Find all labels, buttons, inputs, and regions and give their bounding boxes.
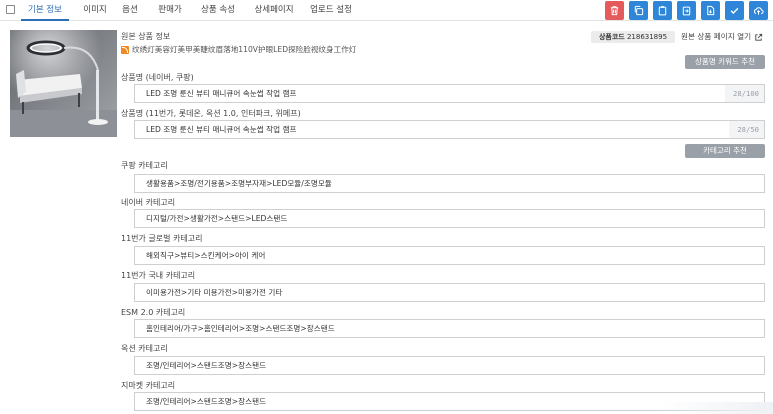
tab-options[interactable]: 옵션 [118,0,142,21]
tab-bar: 기본 정보 이미지 옵션 판매가 상품 속성 상세페이지 업로드 설정 [0,0,773,21]
gmarket-category-value: 조명/인테리어>스탠드조명>장스탠드 [146,397,267,406]
11st-global-category-label: 11번가 글로벌 카테고리 [121,234,203,243]
11st-domestic-category-label: 11번가 국내 카테고리 [121,271,196,280]
11st-domestic-category-input[interactable]: 이미용가전>기타 미용가전>미용가전 기타 [134,283,765,302]
copy-icon [634,5,644,16]
11st-global-category-value: 해외직구>뷰티>스킨케어>아이 케어 [146,251,266,260]
product-name-value: LED 조명 룬신 뷰티 매니큐어 속눈썹 작업 램프 [146,89,297,98]
coupang-category-label: 쿠팡 카테고리 [121,161,168,170]
product-name-counter: 28/100 [725,85,764,102]
open-origin-page-link[interactable]: 원본 상품 페이지 열기 [681,31,763,43]
origin-product-name[interactable]: 纹绣灯美容灯美甲美睫纹眉落地110V护眼LED探险脸视纹身工作灯 [121,44,356,55]
bottom-fade [660,402,773,414]
origin-info-label: 원본 상품 정보 [121,32,171,41]
product-code-badge: 상품코드 218631895 [591,31,675,43]
category-recommend-button[interactable]: 카테고리 추천 [685,144,765,158]
esm-category-value: 홈인테리어/가구>홈인테리어>조명>스탠드조명>장스탠드 [146,324,335,333]
cloud-upload-icon [753,7,764,15]
naver-category-label: 네이버 카테고리 [121,198,176,207]
file-export-icon [707,5,715,16]
trash-icon [610,6,619,16]
check-icon [730,7,739,14]
paste-icon [682,6,691,16]
product-name-11-input[interactable]: LED 조명 룬신 뷰티 매니큐어 속눈썹 작업 램프 28/50 [134,120,765,139]
product-photo [10,30,117,137]
auction-category-value: 조명/인테리어>스탠드조명>장스탠드 [146,361,267,370]
naver-category-input[interactable]: 디지털/가전>생활가전>스탠드>LED스탠드 [134,209,765,228]
esm-category-label: ESM 2.0 카테고리 [121,308,186,317]
gmarket-category-label: 지마켓 카테고리 [121,381,176,390]
tab-images[interactable]: 이미지 [79,0,111,21]
open-origin-page-label: 원본 상품 페이지 열기 [681,32,752,41]
product-code-value: 218631895 [626,33,668,41]
11st-domestic-category-value: 이미용가전>기타 미용가전>미용가전 기타 [146,288,283,297]
delete-button[interactable] [605,1,624,20]
product-name-input[interactable]: LED 조명 룬신 뷰티 매니큐어 속눈썹 작업 램프 28/100 [134,84,765,103]
product-name-11-counter: 28/50 [729,121,764,138]
coupang-category-input[interactable]: 생활용품>조명/전기용품>조명부자재>LED모듈/조명모듈 [134,174,765,193]
product-name-11-value: LED 조명 룬신 뷰티 매니큐어 속눈썹 작업 램프 [146,125,297,134]
confirm-button[interactable] [725,1,744,20]
export-button[interactable] [701,1,720,20]
keyword-recommend-button[interactable]: 상품명 키워드 추천 [685,55,765,69]
paste-button[interactable] [677,1,696,20]
clipboard-button[interactable] [653,1,672,20]
coupang-category-value: 생활용품>조명/전기용품>조명부자재>LED모듈/조명모듈 [146,179,332,188]
auction-category-label: 옥션 카테고리 [121,344,168,353]
tab-basic-info[interactable]: 기본 정보 [21,0,69,21]
product-thumbnail[interactable] [10,30,117,137]
product-name-label: 상품명 (네이버, 쿠팡) [121,73,194,82]
auction-category-input[interactable]: 조명/인테리어>스탠드조명>장스탠드 [134,356,765,375]
clipboard-icon [658,6,667,16]
product-name-11-label: 상품명 (11번가, 롯데온, 옥션 1.0, 인터파크, 위메프) [121,109,301,118]
11st-global-category-input[interactable]: 해외직구>뷰티>스킨케어>아이 케어 [134,246,765,265]
select-checkbox[interactable] [6,5,15,14]
esm-category-input[interactable]: 홈인테리어/가구>홈인테리어>조명>스탠드조명>장스탠드 [134,319,765,338]
external-link-icon [755,33,763,41]
product-code-label: 상품코드 [598,33,625,41]
upload-button[interactable] [749,1,768,20]
origin-product-name-text: 纹绣灯美容灯美甲美睫纹眉落地110V护眼LED探险脸视纹身工作灯 [132,45,357,54]
tab-attributes[interactable]: 상품 속성 [196,0,240,21]
tab-detail-page[interactable]: 상세페이지 [248,0,300,21]
copy-button[interactable] [629,1,648,20]
rss-icon [121,45,129,54]
naver-category-value: 디지털/가전>생활가전>스탠드>LED스탠드 [146,214,288,223]
tab-price[interactable]: 판매가 [153,0,187,21]
tab-upload-settings[interactable]: 업로드 설정 [307,0,355,21]
